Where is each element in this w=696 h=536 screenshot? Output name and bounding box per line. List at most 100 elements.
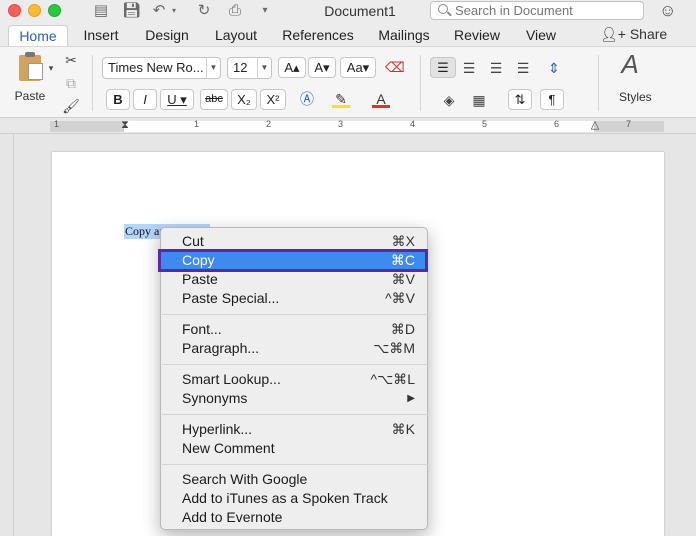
align-left-icon: ☰ [437,60,449,75]
tab-insert[interactable]: Insert [74,25,128,46]
undo-icon[interactable]: ↶ [150,2,168,20]
menu-item-label: Paste Special... [182,290,280,306]
grow-font-button[interactable]: A▴ [278,57,306,78]
styles-label[interactable]: Styles [619,90,652,104]
menu-item-add-itunes[interactable]: Add to iTunes as a Spoken Track [161,489,427,508]
shrink-font-icon: A▾ [314,60,330,75]
customize-toolbar-icon[interactable]: ▾ [258,2,272,20]
chevron-down-icon: ▼ [206,58,220,78]
menu-item-shortcut: ⌥⌘M [373,340,415,356]
menu-item-label: Paste [182,271,218,287]
underline-button[interactable]: U ▾ [160,89,194,110]
line-spacing-icon[interactable]: ⇕ [545,59,563,77]
tab-home[interactable]: Home [8,25,68,46]
menu-item-shortcut: ⌘V [391,271,415,287]
menu-item-paste-special[interactable]: Paste Special... ^⌘V [161,289,427,308]
menu-separator [162,364,428,365]
subscript-button[interactable]: X₂ [231,89,257,110]
menu-item-label: Paragraph... [182,340,260,356]
sidebar-toggle-icon[interactable]: ▤ [92,2,110,20]
chevron-down-icon: ▼ [257,58,271,78]
ruler-number: 7 [626,119,632,129]
menu-item-hyperlink[interactable]: Hyperlink... ⌘K [161,420,427,439]
change-case-icon: Aa▾ [346,60,370,75]
justify-icon[interactable]: ☰ [514,59,532,77]
align-left-button[interactable]: ☰ [430,57,456,78]
search-input[interactable] [455,3,640,18]
print-icon[interactable]: ⎙ [226,2,244,20]
superscript-button[interactable]: X² [260,89,286,110]
clear-formatting-eraser-icon[interactable]: ⌫ [385,58,405,76]
ruler-number: 4 [410,119,416,129]
font-color-icon[interactable]: A [372,90,390,108]
copy-icon[interactable]: ⧉ [62,74,80,92]
ribbon-tabs: Home Insert Design Layout References Mai… [0,24,696,46]
menu-item-search-google[interactable]: Search With Google [161,470,427,489]
minimize-window-button[interactable] [28,4,41,17]
ruler-number: 2 [266,119,272,129]
menu-item-shortcut: ^⌘V [385,290,415,306]
menu-item-label: Add to iTunes as a Spoken Track [182,490,388,506]
tab-layout[interactable]: Layout [208,25,264,46]
indent-marker-icon[interactable]: ⧗ [116,116,134,134]
ribbon-separator [92,55,93,111]
font-size-select[interactable]: 12 ▼ [227,57,272,79]
close-window-button[interactable] [8,4,21,17]
bold-button[interactable]: B [106,89,130,110]
vertical-ruler [0,134,14,536]
document-title: Document1 [324,3,396,19]
menu-item-font[interactable]: Font... ⌘D [161,320,427,339]
align-right-icon[interactable]: ☰ [487,59,505,77]
save-icon[interactable]: 💾︎ [122,2,141,20]
redo-icon[interactable]: ↻ [195,2,213,20]
shrink-font-button[interactable]: A▾ [308,57,336,78]
ruler-margin-left [50,121,124,132]
align-center-icon[interactable]: ☰ [460,59,478,77]
font-name-select[interactable]: Times New Ro... ▼ [102,57,221,79]
highlight-color-icon[interactable]: ✎ [332,90,350,108]
share-button[interactable]: 👤︎+ Share [600,26,667,43]
menu-item-smart-lookup[interactable]: Smart Lookup... ^⌥⌘L [161,370,427,389]
tab-mailings[interactable]: Mailings [372,25,436,46]
sort-icon: ⇅ [514,92,526,107]
menu-separator [162,314,428,315]
menu-item-synonyms[interactable]: Synonyms ▶ [161,389,427,408]
right-indent-marker-icon[interactable]: △ [586,116,604,134]
font-size-value: 12 [233,60,248,75]
paste-label: Paste [14,89,46,103]
menu-item-new-comment[interactable]: New Comment [161,439,427,458]
search-box[interactable] [430,1,644,20]
menu-item-label: Hyperlink... [182,421,253,437]
maximize-window-button[interactable] [48,4,61,17]
italic-button[interactable]: I [133,89,157,110]
change-case-button[interactable]: Aa▾ [340,57,376,78]
sort-button[interactable]: ⇅ [508,89,532,110]
strikethrough-button[interactable]: abc [200,89,228,110]
share-label: Share [629,26,668,42]
submenu-arrow-icon: ▶ [407,393,415,404]
tab-view[interactable]: View [518,25,564,46]
borders-icon[interactable]: ▦ [470,91,488,109]
tab-design[interactable]: Design [140,25,194,46]
tab-review[interactable]: Review [450,25,504,46]
menu-item-shortcut: ^⌥⌘L [370,371,416,387]
format-painter-icon[interactable]: 🖌︎ [62,97,80,115]
ruler-number: 6 [554,119,560,129]
shading-icon[interactable]: ◈ [440,91,458,109]
menu-item-shortcut: ⌘K [391,421,415,437]
ruler-number: 1 [54,119,60,129]
tab-references[interactable]: References [278,25,358,46]
feedback-smiley-icon[interactable]: ☺ [659,1,676,21]
ruler-number: 3 [338,119,344,129]
cut-scissors-icon[interactable]: ✂ [62,51,80,69]
show-formatting-button[interactable]: ¶ [540,89,564,110]
menu-item-paragraph[interactable]: Paragraph... ⌥⌘M [161,339,427,358]
paste-dropdown-icon[interactable]: ▾ [42,59,60,77]
menu-item-add-evernote[interactable]: Add to Evernote [161,508,427,527]
styles-icon[interactable]: A [616,51,644,85]
undo-dropdown-icon[interactable]: ▾ [169,2,179,20]
menu-item-label: Synonyms [182,390,248,406]
menu-item-paste[interactable]: Paste ⌘V [161,270,427,289]
text-effects-icon[interactable]: Ⓐ [298,90,316,108]
horizontal-ruler: 1 1 2 3 4 5 6 7 ⧗ △ [0,118,696,134]
